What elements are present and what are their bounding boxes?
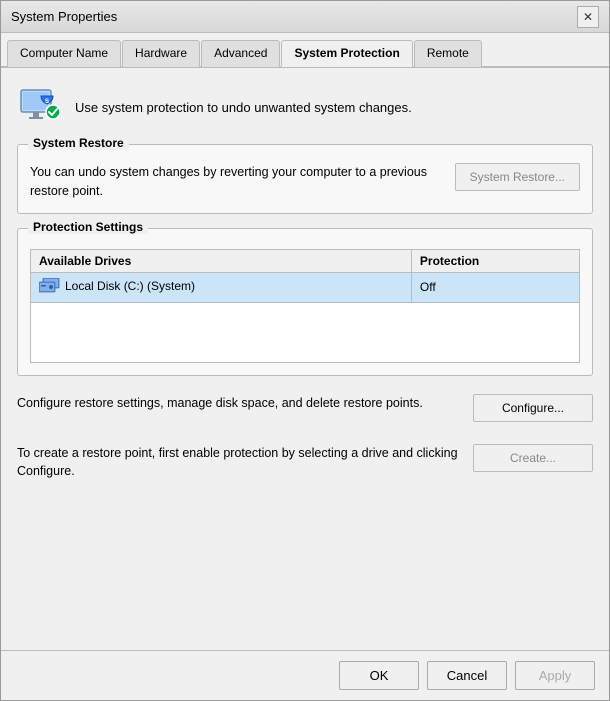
tab-system-protection[interactable]: System Protection: [281, 40, 412, 67]
window-title: System Properties: [11, 9, 117, 24]
create-row: To create a restore point, first enable …: [17, 440, 593, 486]
configure-description: Configure restore settings, manage disk …: [17, 394, 461, 413]
tab-advanced[interactable]: Advanced: [201, 40, 280, 67]
apply-button[interactable]: Apply: [515, 661, 595, 690]
drive-icon-cell: Local Disk (C:) (System): [39, 278, 195, 294]
cancel-button[interactable]: Cancel: [427, 661, 507, 690]
tabs-container: Computer Name Hardware Advanced System P…: [1, 33, 609, 68]
column-header-protection: Protection: [411, 249, 579, 272]
column-header-drives: Available Drives: [31, 249, 412, 272]
tab-computer-name[interactable]: Computer Name: [7, 40, 121, 67]
tab-remote[interactable]: Remote: [414, 40, 482, 67]
info-row: S Use system protection to undo unwanted…: [17, 84, 593, 130]
system-properties-dialog: System Properties ✕ Computer Name Hardwa…: [0, 0, 610, 701]
info-description: Use system protection to undo unwanted s…: [75, 100, 412, 115]
close-button[interactable]: ✕: [577, 6, 599, 28]
create-description: To create a restore point, first enable …: [17, 444, 461, 482]
protection-settings-section: Protection Settings Available Drives Pro…: [17, 228, 593, 376]
configure-button[interactable]: Configure...: [473, 394, 593, 422]
system-restore-content: You can undo system changes by reverting…: [30, 159, 580, 201]
drives-table: Available Drives Protection: [30, 249, 580, 363]
system-protection-icon: S: [17, 84, 63, 130]
table-row-empty: [31, 302, 580, 362]
ok-button[interactable]: OK: [339, 661, 419, 690]
drive-protection-cell: Off: [411, 272, 579, 302]
configure-row: Configure restore settings, manage disk …: [17, 390, 593, 426]
hard-drive-icon: [39, 278, 61, 294]
system-restore-button[interactable]: System Restore...: [455, 163, 580, 191]
footer: OK Cancel Apply: [1, 650, 609, 700]
svg-text:S: S: [45, 99, 49, 105]
table-row[interactable]: Local Disk (C:) (System) Off: [31, 272, 580, 302]
system-restore-description: You can undo system changes by reverting…: [30, 163, 443, 201]
create-button[interactable]: Create...: [473, 444, 593, 472]
title-bar: System Properties ✕: [1, 1, 609, 33]
system-restore-legend: System Restore: [28, 136, 129, 150]
tab-hardware[interactable]: Hardware: [122, 40, 200, 67]
drive-name: Local Disk (C:) (System): [65, 279, 195, 293]
system-restore-section: System Restore You can undo system chang…: [17, 144, 593, 214]
drive-name-cell: Local Disk (C:) (System): [31, 272, 412, 302]
protection-settings-legend: Protection Settings: [28, 220, 148, 234]
main-content: S Use system protection to undo unwanted…: [1, 68, 609, 650]
